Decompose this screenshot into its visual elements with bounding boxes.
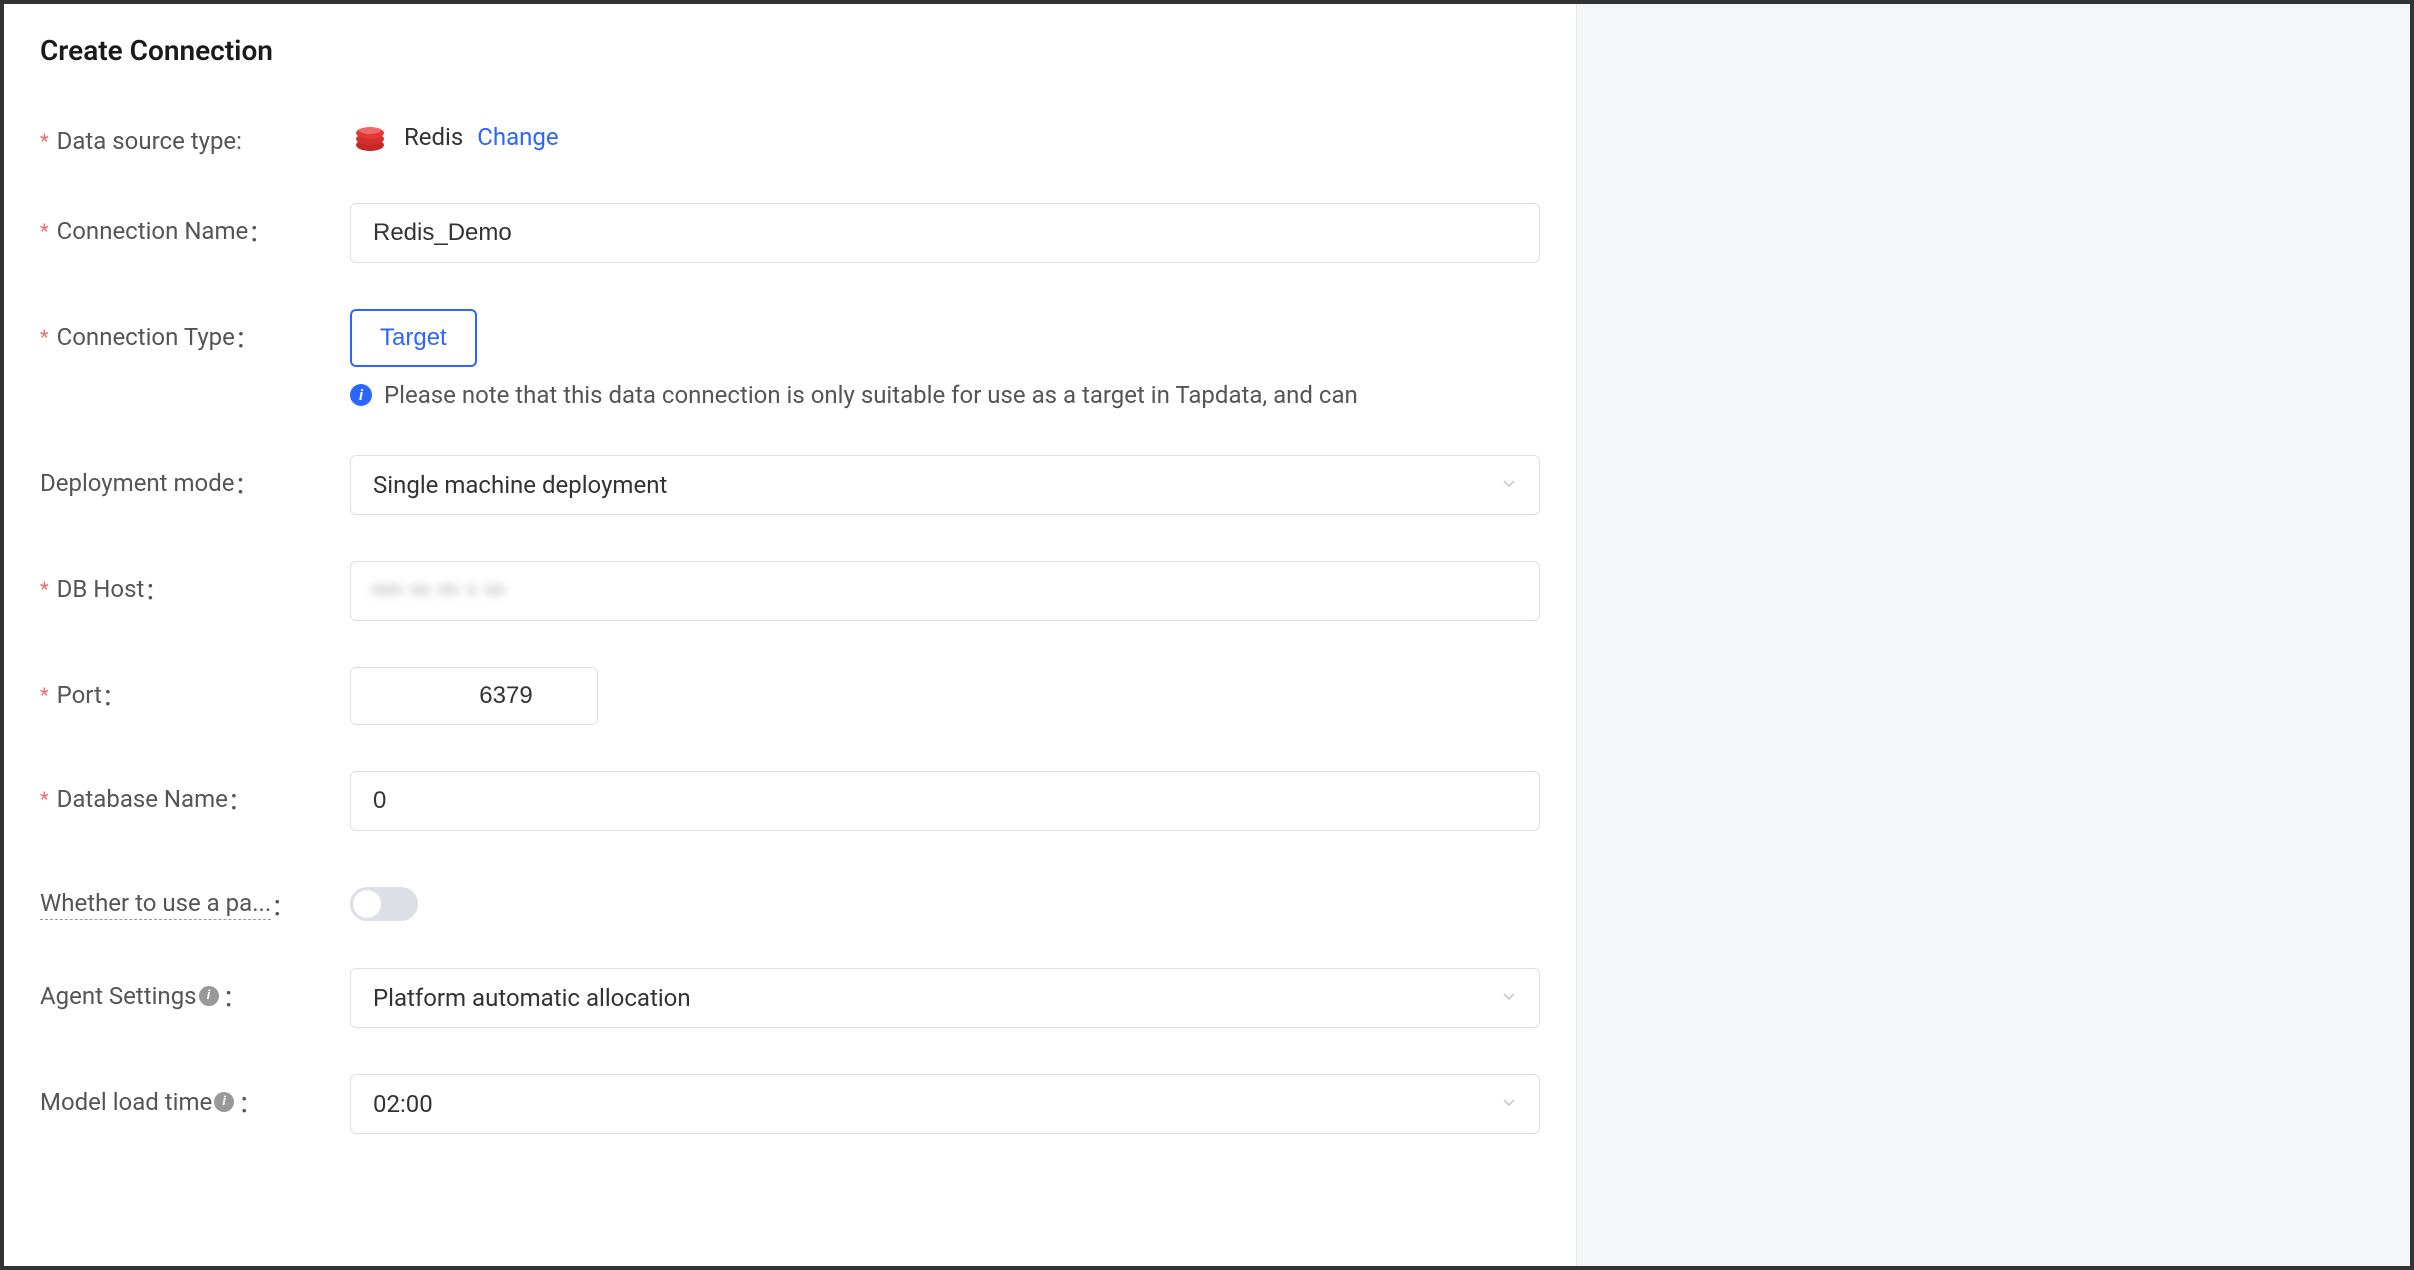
row-deployment-mode: Deployment mode： Single machine deployme…	[40, 455, 1540, 515]
port-stepper[interactable]	[350, 667, 598, 725]
label-data-source-type: * Data source type:	[40, 117, 350, 155]
redis-icon	[350, 117, 390, 157]
connection-type-note-text: Please note that this data connection is…	[384, 381, 1358, 409]
app-frame: Create Connection * Data source type:	[0, 0, 2414, 1270]
label-port: * Port：	[40, 667, 350, 712]
chevron-down-icon	[1501, 988, 1517, 1008]
row-connection-type: * Connection Type： Target i Please note …	[40, 309, 1540, 409]
deployment-mode-value: Single machine deployment	[373, 471, 667, 499]
port-input[interactable]	[351, 668, 598, 724]
row-database-name: * Database Name：	[40, 771, 1540, 831]
db-host-input[interactable]: ••• •• •• • ••	[350, 561, 1540, 621]
help-icon[interactable]: i	[199, 986, 219, 1006]
deployment-mode-select[interactable]: Single machine deployment	[350, 455, 1540, 515]
row-agent-settings: Agent Settings i ： Platform automatic al…	[40, 968, 1540, 1028]
label-database-name: * Database Name：	[40, 771, 350, 816]
row-data-source-type: * Data source type:	[40, 117, 1540, 157]
label-model-load-time: Model load time i ：	[40, 1074, 350, 1119]
control-data-source-type: Redis Change	[350, 117, 1540, 157]
label-connection-type: * Connection Type：	[40, 309, 350, 354]
use-password-toggle[interactable]	[350, 887, 418, 921]
side-panel	[1576, 4, 2410, 1266]
row-port: * Port：	[40, 667, 1540, 725]
label-agent-settings: Agent Settings i ：	[40, 968, 350, 1013]
connection-type-target-button[interactable]: Target	[350, 309, 477, 367]
info-icon: i	[350, 384, 372, 406]
required-asterisk: *	[40, 219, 49, 243]
model-load-time-select[interactable]: 02:00	[350, 1074, 1540, 1134]
page-title: Create Connection	[40, 34, 1540, 67]
row-db-host: * DB Host： ••• •• •• • ••	[40, 561, 1540, 621]
required-asterisk: *	[40, 683, 49, 707]
chevron-down-icon	[1501, 475, 1517, 495]
connection-type-note: i Please note that this data connection …	[350, 381, 1540, 409]
main-form-panel: Create Connection * Data source type:	[4, 4, 1576, 1266]
required-asterisk: *	[40, 325, 49, 349]
db-host-value: ••• •• •• • ••	[373, 577, 506, 605]
label-use-password: Whether to use a pa...：	[40, 877, 350, 922]
row-model-load-time: Model load time i ： 02:00	[40, 1074, 1540, 1134]
change-link[interactable]: Change	[477, 123, 558, 151]
connection-name-input[interactable]	[350, 203, 1540, 263]
row-use-password: Whether to use a pa...：	[40, 877, 1540, 922]
data-source-name: Redis	[404, 123, 463, 151]
label-deployment-mode: Deployment mode：	[40, 455, 350, 500]
label-db-host: * DB Host：	[40, 561, 350, 606]
label-connection-name: * Connection Name：	[40, 203, 350, 248]
chevron-down-icon	[1501, 1094, 1517, 1114]
help-icon[interactable]: i	[214, 1092, 234, 1112]
required-asterisk: *	[40, 787, 49, 811]
required-asterisk: *	[40, 577, 49, 601]
model-load-time-value: 02:00	[373, 1090, 433, 1118]
required-asterisk: *	[40, 129, 49, 153]
database-name-input[interactable]	[350, 771, 1540, 831]
agent-settings-select[interactable]: Platform automatic allocation	[350, 968, 1540, 1028]
row-connection-name: * Connection Name：	[40, 203, 1540, 263]
agent-settings-value: Platform automatic allocation	[373, 984, 691, 1012]
